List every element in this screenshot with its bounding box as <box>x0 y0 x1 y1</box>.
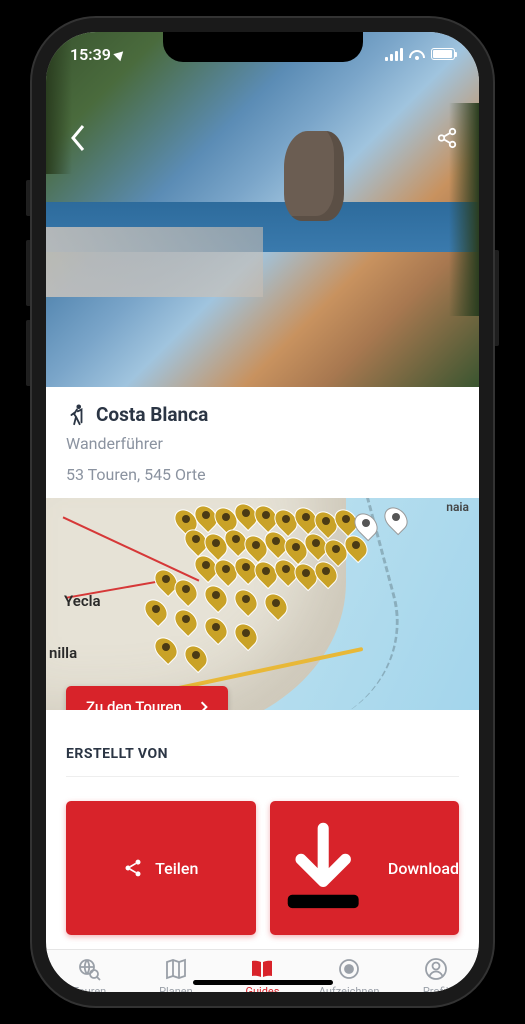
map-pin[interactable] <box>206 584 226 610</box>
tours-button-label: Zu den Touren <box>86 698 182 710</box>
map-pin[interactable] <box>206 616 226 642</box>
tab-label: Planen <box>159 985 193 992</box>
guide-meta: 53 Touren, 545 Orte <box>66 465 459 484</box>
chevron-left-icon <box>69 123 87 153</box>
record-icon <box>336 956 362 982</box>
chevron-right-icon <box>200 700 208 710</box>
download-button[interactable]: Download <box>270 801 460 935</box>
map-preview[interactable]: Yecla nilla naia <box>46 498 479 710</box>
map-label: nilla <box>49 644 77 662</box>
location-icon <box>113 47 126 60</box>
tab-label: Profil <box>423 985 449 992</box>
map-pin[interactable] <box>256 560 276 586</box>
map-pin[interactable] <box>266 592 286 618</box>
tab-profil[interactable]: Profil <box>392 956 479 992</box>
tab-label: Aufzeichnen <box>319 985 380 992</box>
download-icon <box>270 815 376 921</box>
globe-search-icon <box>76 956 102 982</box>
map-pin[interactable] <box>306 532 326 558</box>
share-button[interactable]: Teilen <box>66 801 256 935</box>
created-by-label: ERSTELLT VON <box>66 746 459 762</box>
map-pin[interactable] <box>266 530 286 556</box>
home-indicator[interactable] <box>193 980 333 985</box>
map-pin[interactable] <box>236 588 256 614</box>
map-pin[interactable] <box>226 528 246 554</box>
tab-label: Touren <box>72 985 106 992</box>
tab-guides[interactable]: Guides <box>219 956 306 992</box>
guide-title: Costa Blanca <box>96 403 208 426</box>
download-button-label: Download <box>388 859 459 878</box>
profile-icon <box>423 956 449 982</box>
tours-button[interactable]: Zu den Touren <box>66 686 228 710</box>
hero-image[interactable] <box>46 32 479 387</box>
share-icon <box>123 858 143 878</box>
map-pin[interactable] <box>316 560 336 586</box>
map-pin[interactable] <box>146 598 166 624</box>
tab-bar: Touren Planen Guides Aufzeichnen <box>46 949 479 992</box>
hiker-icon <box>66 404 86 426</box>
back-button[interactable] <box>60 120 96 156</box>
screen: 15:39 <box>46 32 479 992</box>
tab-touren[interactable]: Touren <box>46 956 133 992</box>
map-pin[interactable] <box>296 562 316 588</box>
action-row: Teilen Download <box>46 787 479 949</box>
tab-aufzeichnen[interactable]: Aufzeichnen <box>306 956 393 992</box>
map-label: naia <box>446 500 469 514</box>
tab-planen[interactable]: Planen <box>133 956 220 992</box>
guide-info-card: Costa Blanca Wanderführer 53 Touren, 545… <box>46 387 479 498</box>
map-pin[interactable] <box>176 578 196 604</box>
guide-subtitle: Wanderführer <box>66 434 459 453</box>
phone-frame: 15:39 <box>32 18 493 1006</box>
map-pin[interactable] <box>176 608 196 634</box>
wifi-icon <box>409 48 425 60</box>
notch <box>163 32 363 62</box>
map-icon <box>163 956 189 982</box>
map-pin[interactable] <box>156 568 176 594</box>
status-time: 15:39 <box>70 45 111 64</box>
signal-icon <box>385 48 403 61</box>
map-pin[interactable] <box>186 644 206 670</box>
map-pin[interactable] <box>346 534 366 560</box>
tab-label: Guides <box>246 985 280 992</box>
share-top-button[interactable] <box>429 120 465 156</box>
created-by-section: ERSTELLT VON <box>46 710 479 787</box>
share-button-label: Teilen <box>155 859 198 878</box>
map-pin[interactable] <box>236 622 256 648</box>
map-label: Yecla <box>64 592 101 610</box>
map-pin[interactable] <box>156 636 176 662</box>
battery-icon <box>431 48 455 60</box>
map-pin[interactable] <box>386 506 406 532</box>
divider <box>66 776 459 777</box>
phone-side-button <box>493 250 499 346</box>
map-pin[interactable] <box>216 558 236 584</box>
share-icon <box>436 127 458 149</box>
book-icon <box>249 956 275 982</box>
